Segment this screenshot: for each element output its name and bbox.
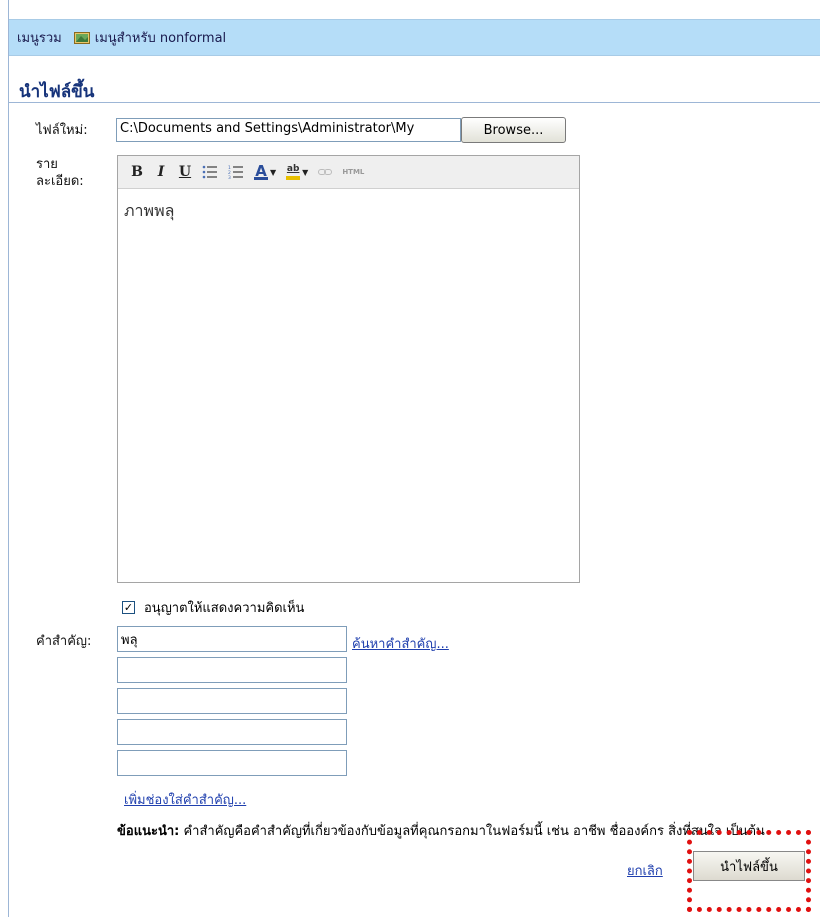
link-icon[interactable] [318, 162, 333, 182]
file-label: ไฟล์ใหม่: [36, 123, 88, 138]
html-source-button[interactable]: HTML [342, 162, 364, 182]
chevron-down-icon: ▼ [270, 167, 277, 177]
menu-nonformal-link[interactable]: เมนูสำหรับ nonformal [95, 27, 226, 48]
file-path-input[interactable]: C:\Documents and Settings\Administrator\… [116, 118, 461, 142]
tip-title: ข้อแนะนำ: [117, 824, 180, 839]
highlight-glyph: ab [286, 164, 300, 174]
keyword-input-4[interactable] [117, 719, 347, 745]
upload-button[interactable]: นำไฟล์ขึ้น [693, 851, 805, 881]
browse-button[interactable]: Browse... [461, 117, 566, 143]
description-label: ราย ละเอียด: [36, 156, 106, 190]
menu-all-link[interactable]: เมนูรวม [17, 27, 62, 48]
keyword-input-3[interactable] [117, 688, 347, 714]
bullet-list-icon[interactable] [202, 162, 218, 182]
description-label-line2: ละเอียด: [36, 174, 84, 189]
left-border [8, 0, 9, 917]
editor-toolbar: B I U 1 2 3 A ▼ ab ▼ HTML [118, 156, 579, 189]
keyword-input-1[interactable] [117, 626, 347, 652]
chevron-down-icon: ▼ [302, 167, 309, 177]
numbered-list-icon[interactable]: 1 2 3 [228, 162, 244, 182]
svg-text:3: 3 [228, 175, 231, 179]
keyword-label: คำสำคัญ: [36, 634, 92, 649]
allow-comments-checkbox[interactable]: ✓ [122, 601, 135, 614]
allow-comments-label: อนุญาตให้แสดงความคิดเห็น [144, 601, 305, 616]
tip-body: คำสำคัญคือคำสำคัญที่เกี่ยวข้องกับข้อมูลท… [183, 824, 765, 839]
italic-button[interactable]: I [154, 162, 168, 182]
folder-picture-icon [73, 31, 90, 45]
allow-comments-row: ✓ อนุญาตให้แสดงความคิดเห็น [122, 597, 304, 618]
tip-text: ข้อแนะนำ: คำสำคัญคือคำสำคัญที่เกี่ยวข้อง… [117, 823, 812, 840]
underline-button[interactable]: U [178, 162, 192, 182]
description-label-line1: ราย [36, 157, 58, 172]
editor-content[interactable]: ภาพพลุ [118, 189, 579, 234]
rich-text-editor: B I U 1 2 3 A ▼ ab ▼ HTML ภาพพลุ [117, 155, 580, 583]
cancel-link[interactable]: ยกเลิก [627, 860, 663, 881]
title-divider [9, 102, 820, 103]
font-color-glyph: A [255, 161, 267, 180]
add-keyword-link[interactable]: เพิ่มช่องใส่คำสำคัญ... [124, 789, 246, 810]
bold-button[interactable]: B [130, 162, 144, 182]
highlight-color-icon[interactable]: ab ▼ [286, 162, 308, 182]
page-title: นำไฟล์ขึ้น [19, 82, 95, 102]
keyword-input-5[interactable] [117, 750, 347, 776]
keyword-input-2[interactable] [117, 657, 347, 683]
menu-bar: เมนูรวม เมนูสำหรับ nonformal [9, 19, 820, 56]
search-keyword-link[interactable]: ค้นหาคำสำคัญ... [352, 633, 449, 654]
font-color-icon[interactable]: A ▼ [254, 162, 276, 182]
